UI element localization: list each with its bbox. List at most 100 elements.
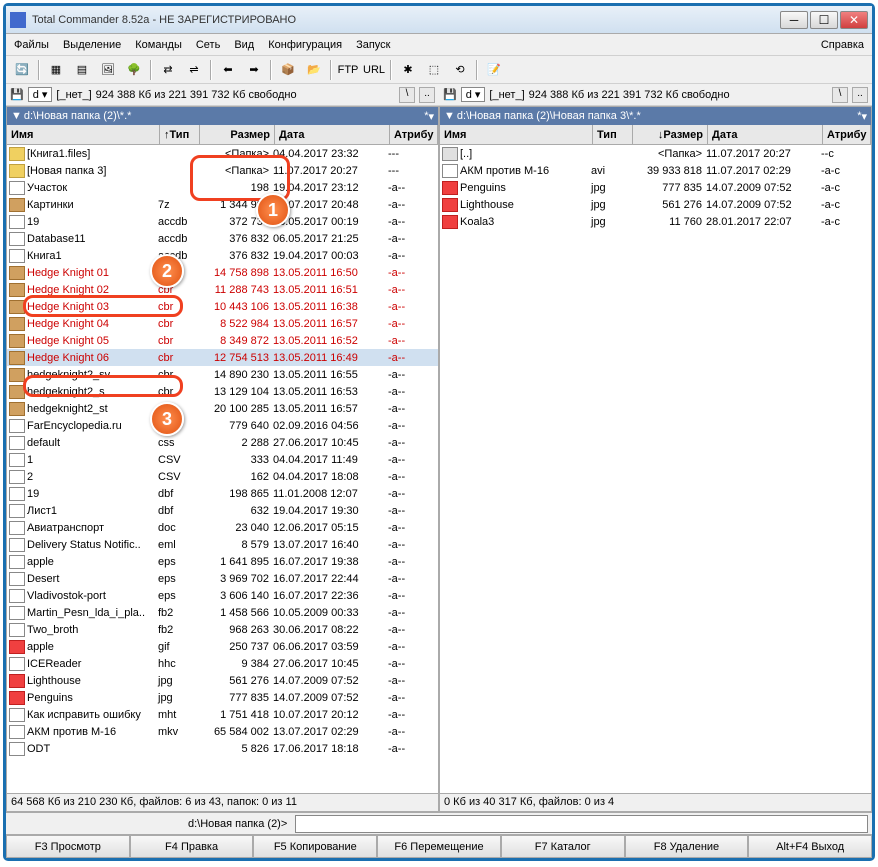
- cmdline-input[interactable]: [295, 815, 868, 833]
- left-fav-icon[interactable]: *: [424, 110, 428, 122]
- file-row[interactable]: Martin_Pesn_lda_i_pla..fb21 458 56610.05…: [7, 604, 438, 621]
- file-row[interactable]: Hedge Knight 03cbr10 443 10613.05.2011 1…: [7, 298, 438, 315]
- menu-net[interactable]: Сеть: [196, 39, 220, 51]
- file-row[interactable]: Penguinsjpg777 83514.07.2009 07:52-a-c: [440, 179, 871, 196]
- right-path-bar[interactable]: ▼ d:\Новая папка (2)\Новая папка 3\*.* *…: [440, 107, 871, 125]
- f5-button[interactable]: F5 Копирование: [253, 835, 377, 858]
- right-drive-select[interactable]: d ▾: [461, 87, 486, 102]
- menu-commands[interactable]: Команды: [135, 39, 182, 51]
- file-row[interactable]: 1CSV33304.04.2017 11:49-a--: [7, 451, 438, 468]
- col-name[interactable]: Имя: [440, 125, 593, 144]
- file-row[interactable]: applegif250 73706.06.2017 03:59-a--: [7, 638, 438, 655]
- col-ext[interactable]: Тип: [593, 125, 633, 144]
- right-file-list[interactable]: [..]<Папка>11.07.2017 20:27--cАКМ против…: [440, 145, 871, 793]
- file-row[interactable]: hedgeknight2_stcbr20 100 28513.05.2011 1…: [7, 400, 438, 417]
- tree-icon[interactable]: 🌳: [122, 59, 146, 81]
- right-fav-icon[interactable]: *: [857, 110, 861, 122]
- url-icon[interactable]: URL: [362, 59, 386, 81]
- file-row[interactable]: ICEReaderhhc9 38427.06.2017 10:45-a--: [7, 655, 438, 672]
- f7-button[interactable]: F7 Каталог: [501, 835, 625, 858]
- left-path-bar[interactable]: ▼ d:\Новая папка (2)\*.* * ▾: [7, 107, 438, 125]
- titlebar[interactable]: Total Commander 8.52a - НЕ ЗАРЕГИСТРИРОВ…: [6, 6, 872, 34]
- file-row[interactable]: Hedge Knight 05cbr8 349 87213.05.2011 16…: [7, 332, 438, 349]
- file-row[interactable]: appleeps1 641 89516.07.2017 19:38-a--: [7, 553, 438, 570]
- f8-button[interactable]: F8 Удаление: [625, 835, 749, 858]
- f6-button[interactable]: F6 Перемещение: [377, 835, 501, 858]
- menu-select[interactable]: Выделение: [63, 39, 121, 51]
- altf4-button[interactable]: Alt+F4 Выход: [748, 835, 872, 858]
- file-row[interactable]: [Новая папка 3]<Папка>11.07.2017 20:27--…: [7, 162, 438, 179]
- col-size[interactable]: ↓Размер: [633, 125, 708, 144]
- swap-icon[interactable]: ⇄: [156, 59, 180, 81]
- file-row[interactable]: Hedge Knight 01cbr14 758 89813.05.2011 1…: [7, 264, 438, 281]
- file-row[interactable]: ODT5 82617.06.2017 18:18-a--: [7, 740, 438, 757]
- star-icon[interactable]: ✱: [396, 59, 420, 81]
- maximize-button[interactable]: ☐: [810, 11, 838, 29]
- file-row[interactable]: FarEncyclopedia.ruchm779 64002.09.2016 0…: [7, 417, 438, 434]
- file-row[interactable]: Авиатранспортdoc23 04012.06.2017 05:15-a…: [7, 519, 438, 536]
- thumb-icon[interactable]: 🖼: [96, 59, 120, 81]
- menu-help[interactable]: Справка: [821, 39, 864, 51]
- equal-icon[interactable]: ⇌: [182, 59, 206, 81]
- col-ext[interactable]: ↑ Тип: [160, 125, 200, 144]
- file-row[interactable]: Картинки7z1 344 99303.07.2017 20:48-a--: [7, 196, 438, 213]
- notepad-icon[interactable]: 📝: [482, 59, 506, 81]
- menu-run[interactable]: Запуск: [356, 39, 390, 51]
- view-icon[interactable]: ▦: [44, 59, 68, 81]
- file-row[interactable]: Two_brothfb2968 26330.06.2017 08:22-a--: [7, 621, 438, 638]
- refresh-icon[interactable]: 🔄: [10, 59, 34, 81]
- col-date[interactable]: Дата: [708, 125, 823, 144]
- file-row[interactable]: Vladivostok-porteps3 606 14016.07.2017 2…: [7, 587, 438, 604]
- back-icon[interactable]: ⬅: [216, 59, 240, 81]
- close-button[interactable]: ✕: [840, 11, 868, 29]
- col-attr[interactable]: Атрибу: [823, 125, 871, 144]
- f4-button[interactable]: F4 Правка: [130, 835, 254, 858]
- col-size[interactable]: Размер: [200, 125, 275, 144]
- menu-files[interactable]: Файлы: [14, 39, 49, 51]
- file-row[interactable]: Lighthousejpg561 27614.07.2009 07:52-a--: [7, 672, 438, 689]
- file-row[interactable]: hedgeknight2_scbr13 129 10413.05.2011 16…: [7, 383, 438, 400]
- col-attr[interactable]: Атрибу: [390, 125, 438, 144]
- file-row[interactable]: 19accdb372 73608.05.2017 00:19-a--: [7, 213, 438, 230]
- col-name[interactable]: Имя: [7, 125, 160, 144]
- file-row[interactable]: АКМ против М-16avi39 933 81811.07.2017 0…: [440, 162, 871, 179]
- unpack-icon[interactable]: 📂: [302, 59, 326, 81]
- left-root-button[interactable]: \: [399, 87, 415, 103]
- file-row[interactable]: Lighthousejpg561 27614.07.2009 07:52-a-c: [440, 196, 871, 213]
- file-row[interactable]: 19dbf198 86511.01.2008 12:07-a--: [7, 485, 438, 502]
- file-row[interactable]: Deserteps3 969 70216.07.2017 22:44-a--: [7, 570, 438, 587]
- menu-config[interactable]: Конфигурация: [268, 39, 342, 51]
- fwd-icon[interactable]: ➡: [242, 59, 266, 81]
- file-row[interactable]: Hedge Knight 04cbr8 522 98413.05.2011 16…: [7, 315, 438, 332]
- sync-icon[interactable]: ⟲: [448, 59, 472, 81]
- file-row[interactable]: Как исправить ошибкуmht1 751 41810.07.20…: [7, 706, 438, 723]
- file-row[interactable]: АКМ против М-16mkv65 584 00213.07.2017 0…: [7, 723, 438, 740]
- file-row[interactable]: 2CSV16204.04.2017 18:08-a--: [7, 468, 438, 485]
- file-row[interactable]: Лист1dbf63219.04.2017 19:30-a--: [7, 502, 438, 519]
- f3-button[interactable]: F3 Просмотр: [6, 835, 130, 858]
- left-file-list[interactable]: [Книга1.files]<Папка>04.04.2017 23:32---…: [7, 145, 438, 793]
- menu-view[interactable]: Вид: [234, 39, 254, 51]
- file-row[interactable]: [Книга1.files]<Папка>04.04.2017 23:32---: [7, 145, 438, 162]
- file-row[interactable]: Koala3jpg11 76028.01.2017 22:07-a-c: [440, 213, 871, 230]
- file-row[interactable]: Penguinsjpg777 83514.07.2009 07:52-a--: [7, 689, 438, 706]
- file-row[interactable]: Hedge Knight 06cbr12 754 51313.05.2011 1…: [7, 349, 438, 366]
- file-row[interactable]: Книга1accdb376 83219.04.2017 00:03-a--: [7, 247, 438, 264]
- file-row[interactable]: Delivery Status Notific..eml8 57913.07.2…: [7, 536, 438, 553]
- col-date[interactable]: Дата: [275, 125, 390, 144]
- view2-icon[interactable]: ▤: [70, 59, 94, 81]
- right-up-button[interactable]: ..: [852, 87, 868, 103]
- left-drive-select[interactable]: d ▾: [28, 87, 53, 102]
- file-row[interactable]: Участок19819.04.2017 23:12-a--: [7, 179, 438, 196]
- file-row[interactable]: defaultcss2 28827.06.2017 10:45-a--: [7, 434, 438, 451]
- file-row[interactable]: Database11accdb376 83206.05.2017 21:25-a…: [7, 230, 438, 247]
- right-root-button[interactable]: \: [832, 87, 848, 103]
- file-row[interactable]: Hedge Knight 02cbr11 288 74313.05.2011 1…: [7, 281, 438, 298]
- minimize-button[interactable]: ─: [780, 11, 808, 29]
- left-up-button[interactable]: ..: [419, 87, 435, 103]
- ftp-icon[interactable]: FTP: [336, 59, 360, 81]
- file-row[interactable]: [..]<Папка>11.07.2017 20:27--c: [440, 145, 871, 162]
- multi-icon[interactable]: ⬚: [422, 59, 446, 81]
- file-row[interactable]: hedgeknight2_svcbr14 890 23013.05.2011 1…: [7, 366, 438, 383]
- pack-icon[interactable]: 📦: [276, 59, 300, 81]
